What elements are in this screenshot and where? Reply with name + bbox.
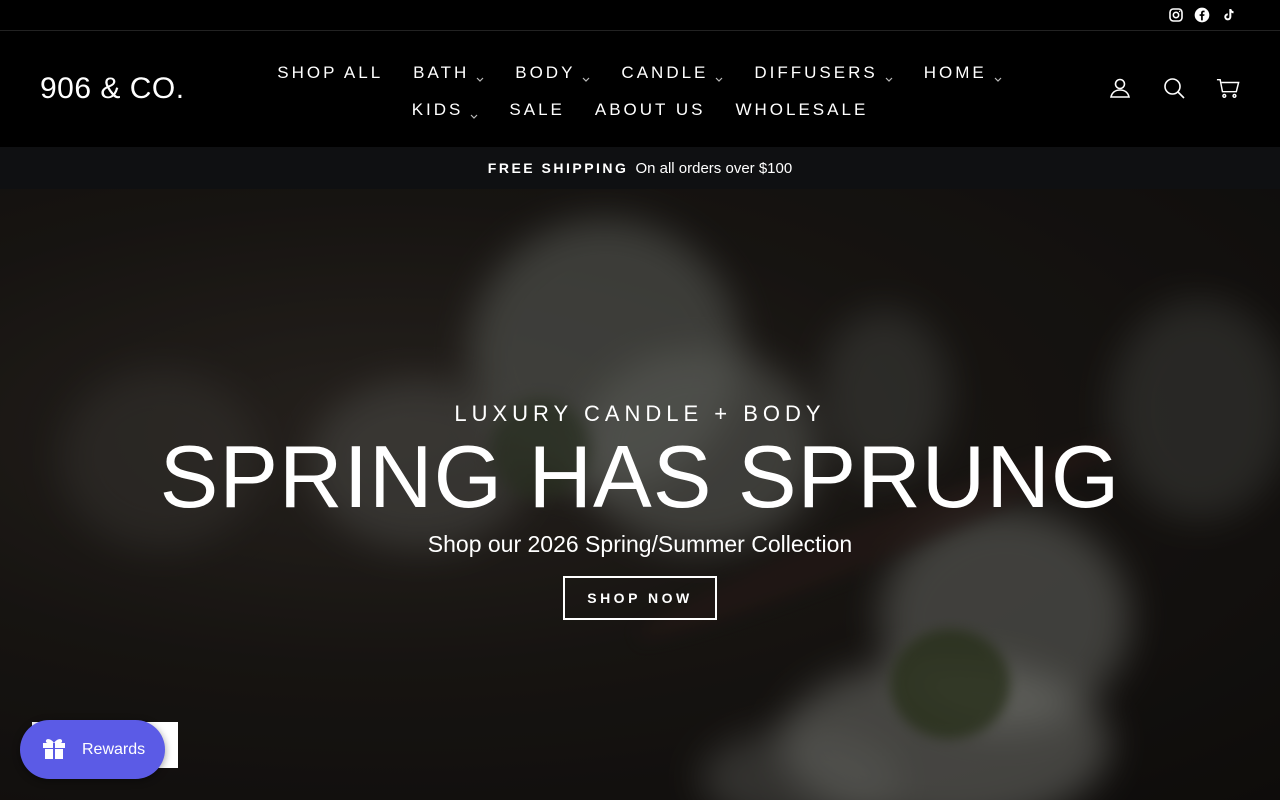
rewards-button[interactable]: Rewards bbox=[20, 720, 165, 779]
chevron-down-icon bbox=[475, 69, 485, 82]
hero-eyebrow: LUXURY CANDLE + BODY bbox=[454, 401, 826, 426]
main-nav: SHOP ALL BATH BODY CANDLE DIFFUSERS HOME KIDS… bbox=[240, 54, 1040, 128]
nav-item-label: CANDLE bbox=[621, 62, 709, 82]
nav-item-sale[interactable]: SALE bbox=[494, 100, 579, 120]
nav-item-label: DIFFUSERS bbox=[754, 62, 878, 82]
announcement-strong: FREE SHIPPING bbox=[487, 160, 629, 176]
nav-item-label: KIDS bbox=[411, 99, 464, 119]
hero-content: LUXURY CANDLE + BODY SPRING HAS SPRUNG S… bbox=[0, 401, 1280, 621]
chevron-down-icon bbox=[884, 69, 894, 82]
nav-item-wholesale[interactable]: WHOLESALE bbox=[720, 100, 883, 120]
nav-item-home[interactable]: HOME bbox=[909, 63, 1018, 83]
nav-item-shop-all[interactable]: SHOP ALL bbox=[262, 63, 398, 83]
search-icon[interactable] bbox=[1162, 76, 1186, 100]
rewards-label: Rewards bbox=[82, 740, 146, 758]
nav-row-1: SHOP ALL BATH BODY CANDLE DIFFUSERS HOME bbox=[240, 54, 1040, 91]
site-header: 906 & CO. SHOP ALL BATH BODY CANDLE DIFFUSER… bbox=[0, 32, 1280, 147]
chevron-down-icon bbox=[469, 106, 479, 119]
shop-now-button[interactable]: SHOP NOW bbox=[563, 576, 717, 621]
hero-subhead: Shop our 2026 Spring/Summer Collection bbox=[427, 531, 853, 558]
nav-item-label: HOME bbox=[923, 62, 987, 82]
social-links bbox=[1167, 6, 1236, 23]
chevron-down-icon bbox=[581, 69, 591, 82]
cart-icon[interactable] bbox=[1216, 76, 1240, 100]
nav-item-label: BODY bbox=[515, 62, 576, 82]
nav-item-diffusers[interactable]: DIFFUSERS bbox=[739, 63, 908, 83]
hero-headline: SPRING HAS SPRUNG bbox=[159, 427, 1121, 526]
nav-item-body[interactable]: BODY bbox=[500, 63, 606, 83]
nav-item-label: WHOLESALE bbox=[735, 99, 869, 119]
hero-banner: LUXURY CANDLE + BODY SPRING HAS SPRUNG S… bbox=[0, 189, 1280, 800]
nav-item-label: BATH bbox=[413, 62, 470, 82]
announcement-bar: FREE SHIPPING On all orders over $100 bbox=[0, 147, 1280, 189]
nav-row-2: KIDS SALE ABOUT US WHOLESALE bbox=[240, 91, 1040, 128]
nav-item-about-us[interactable]: ABOUT US bbox=[580, 100, 721, 120]
announcement-text: On all orders over $100 bbox=[635, 159, 793, 177]
nav-item-label: ABOUT US bbox=[594, 99, 706, 119]
nav-item-candle[interactable]: CANDLE bbox=[606, 63, 739, 83]
nav-item-kids[interactable]: KIDS bbox=[397, 100, 495, 120]
nav-item-bath[interactable]: BATH bbox=[398, 63, 500, 83]
account-icon[interactable] bbox=[1108, 76, 1132, 100]
chevron-down-icon bbox=[714, 69, 724, 82]
header-actions bbox=[1108, 76, 1240, 100]
nav-item-label: SHOP ALL bbox=[277, 62, 384, 82]
chevron-down-icon bbox=[993, 69, 1003, 82]
tiktok-icon[interactable] bbox=[1219, 6, 1236, 23]
gift-icon bbox=[40, 733, 68, 766]
facebook-icon[interactable] bbox=[1193, 6, 1210, 23]
social-bar bbox=[0, 0, 1280, 31]
instagram-icon[interactable] bbox=[1167, 6, 1184, 23]
nav-item-label: SALE bbox=[509, 99, 565, 119]
site-logo[interactable]: 906 & CO. bbox=[40, 72, 185, 106]
